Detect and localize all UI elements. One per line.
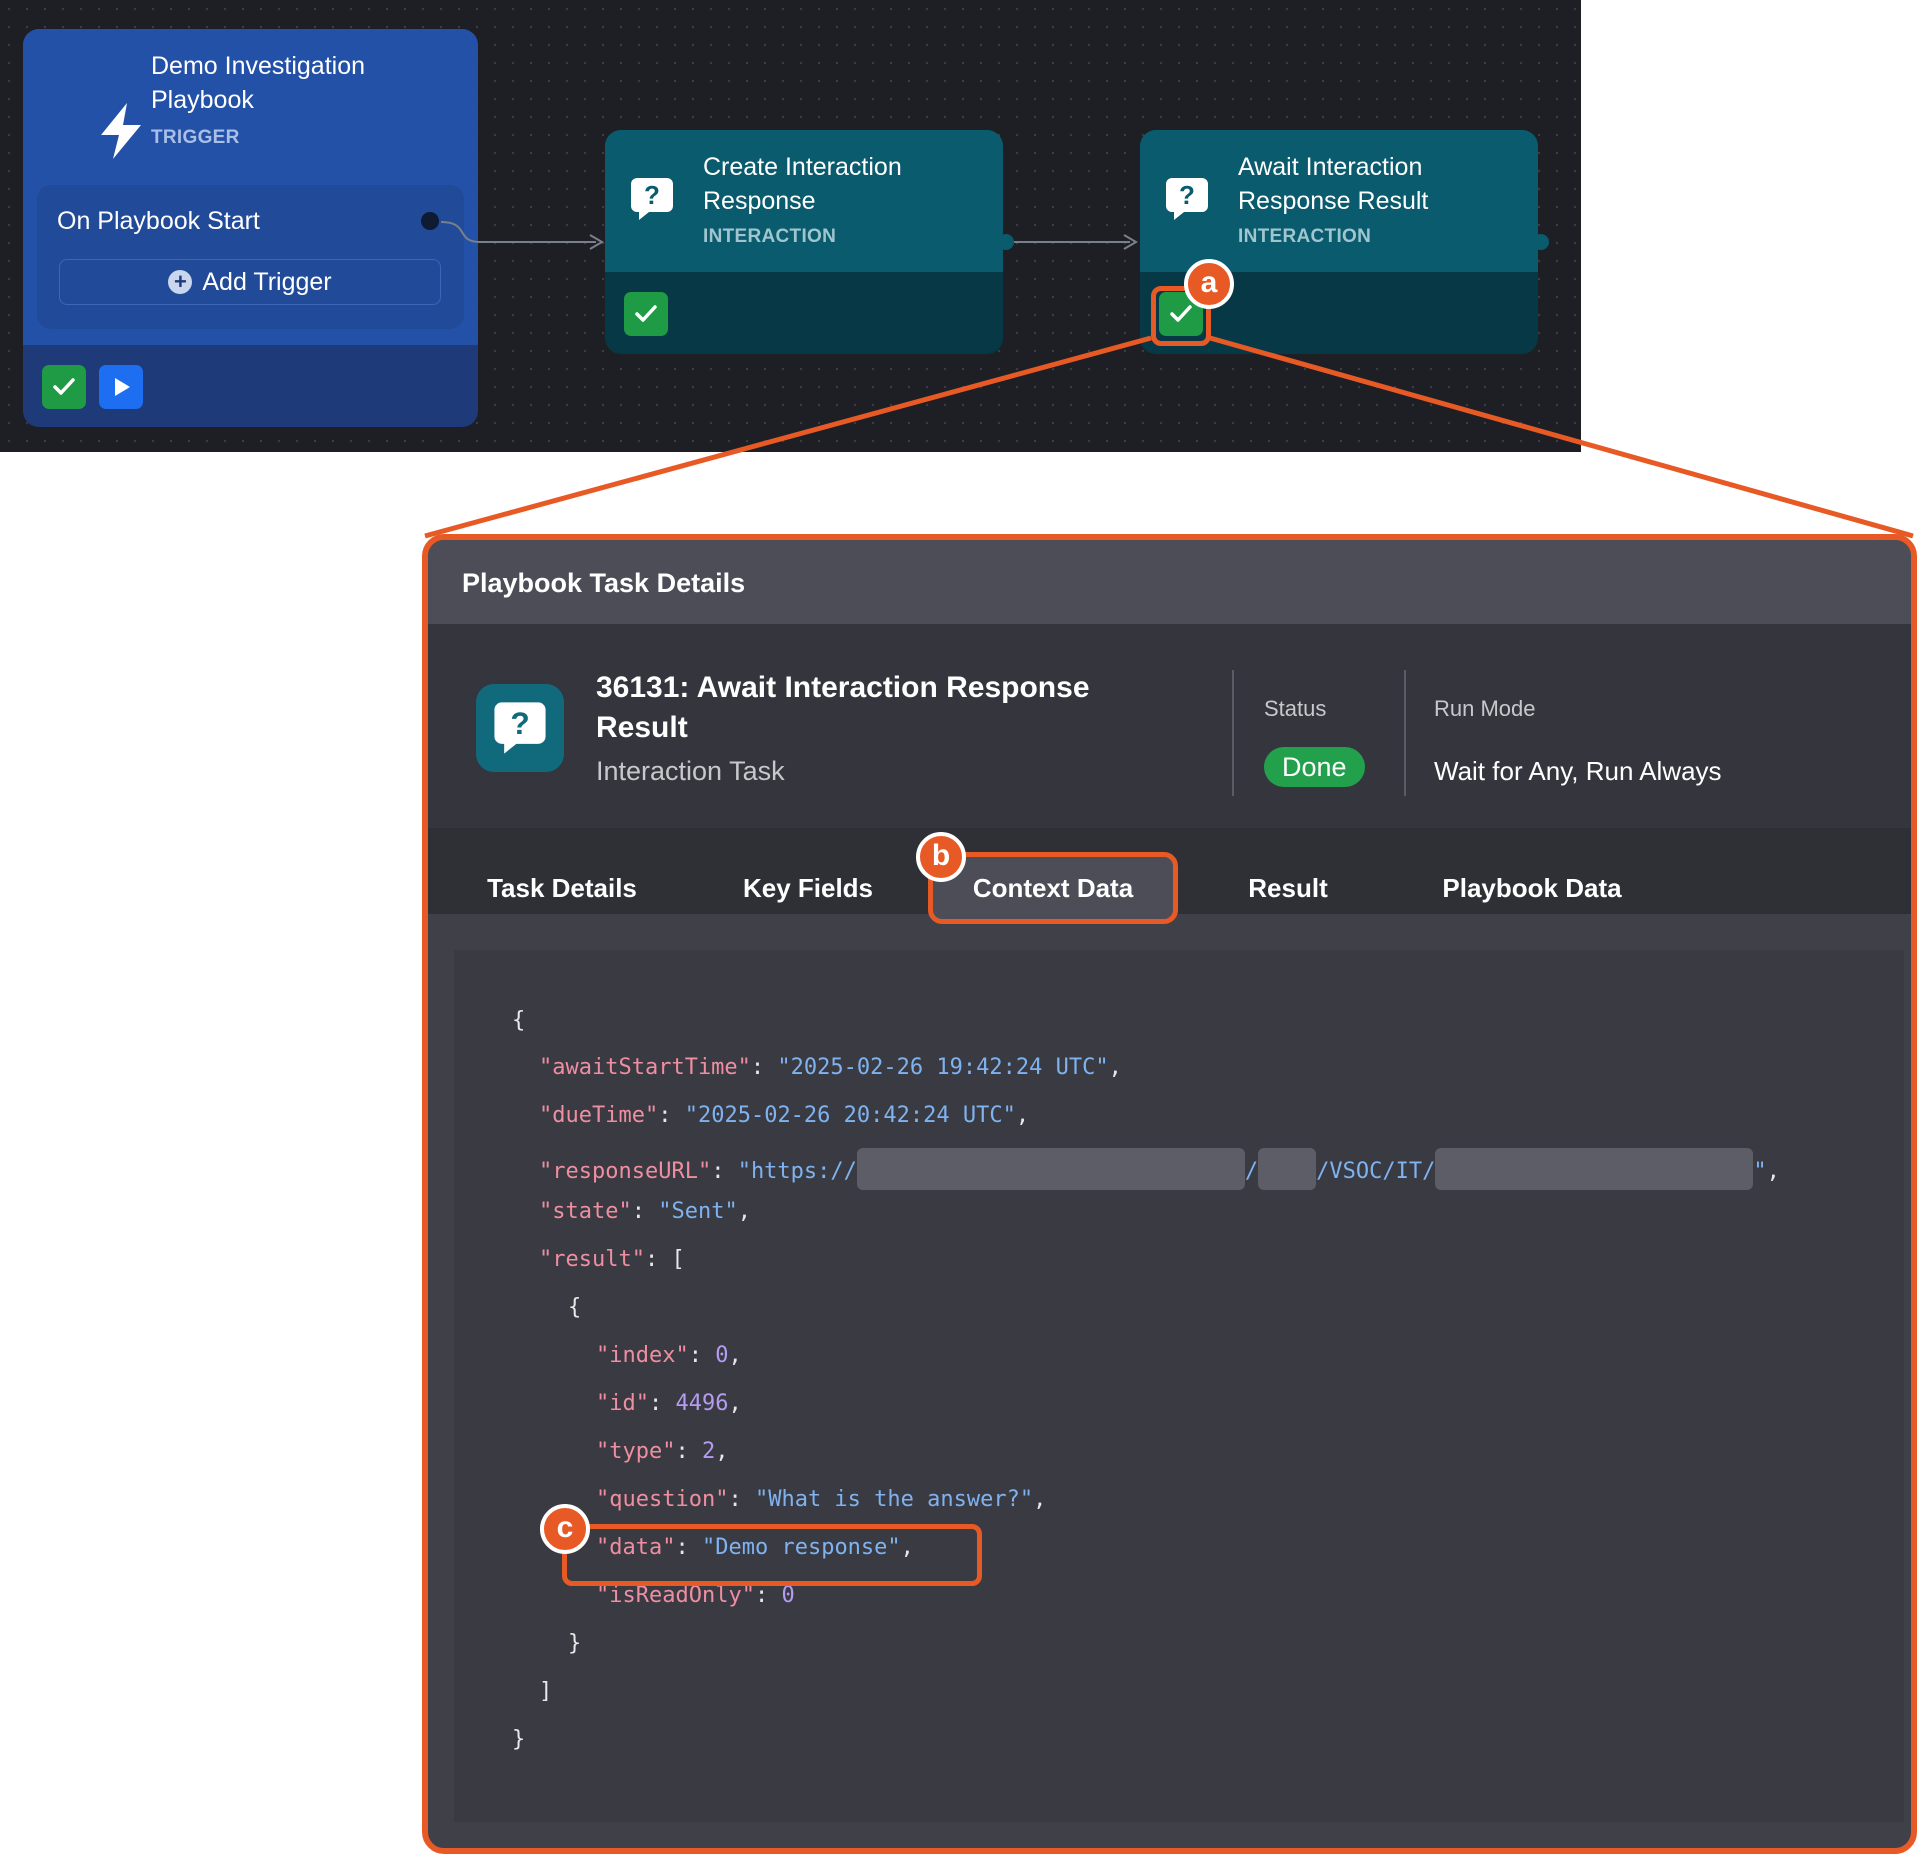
json-line: "index": 0, <box>596 1343 742 1368</box>
callout-a: a <box>1184 259 1234 309</box>
playbook-canvas: Demo Investigation Playbook TRIGGER On P… <box>0 0 1581 452</box>
tab-playbook-data[interactable]: Playbook Data <box>1412 828 1652 914</box>
check-icon <box>635 305 657 322</box>
json-line: "type": 2, <box>596 1439 729 1464</box>
create-interaction-node[interactable]: ? Create Interaction Response INTERACTIO… <box>605 130 1003 354</box>
tab-list: Task Details Key Fields Context Data Res… <box>428 828 1911 914</box>
task-type: Interaction Task <box>596 756 785 786</box>
question-bubble-icon: ? <box>631 178 673 220</box>
tab-task-details[interactable]: Task Details <box>462 828 662 914</box>
status-label: Status <box>1264 696 1327 721</box>
await-interaction-title: Await Interaction Response Result <box>1238 153 1429 215</box>
json-brace: } <box>512 1727 526 1752</box>
json-line: "id": 4496, <box>596 1391 742 1416</box>
panel-title: Playbook Task Details <box>462 568 746 598</box>
json-line: "result": [ <box>539 1247 685 1272</box>
json-line: "question": "What is the answer?", <box>596 1487 1047 1512</box>
tab-context-data[interactable]: Context Data <box>928 828 1178 914</box>
task-summary: ? 36131: Await Interaction Response Resu… <box>428 624 1911 828</box>
json-line: "state": "Sent", <box>539 1199 751 1224</box>
callout-highlight-c <box>562 1524 982 1586</box>
divider <box>1404 670 1406 796</box>
redacted-block <box>1435 1148 1754 1190</box>
json-brace: { <box>568 1295 582 1320</box>
tab-key-fields[interactable]: Key Fields <box>718 828 898 914</box>
status-done-badge[interactable] <box>624 292 668 336</box>
json-brace: { <box>512 1008 526 1033</box>
json-line: "dueTime": "2025-02-26 20:42:24 UTC", <box>539 1103 1030 1128</box>
context-data-viewer: { "awaitStartTime": "2025-02-26 19:42:24… <box>454 950 1904 1822</box>
status-badge: Done <box>1264 747 1365 787</box>
redacted-block <box>856 1148 1245 1190</box>
run-mode-value: Wait for Any, Run Always <box>1434 756 1722 786</box>
json-bracket: ] <box>539 1679 553 1704</box>
create-interaction-subtitle: INTERACTION <box>703 226 837 247</box>
await-interaction-subtitle: INTERACTION <box>1238 226 1372 247</box>
json-line: "awaitStartTime": "2025-02-26 19:42:24 U… <box>539 1055 1122 1080</box>
json-line: "responseURL": "https:////VSOC/IT/", <box>539 1148 1780 1193</box>
redacted-block <box>1258 1148 1317 1190</box>
json-line: "isReadOnly": 0 <box>596 1583 795 1608</box>
json-brace: } <box>568 1631 582 1656</box>
run-mode-label: Run Mode <box>1434 696 1536 721</box>
tab-result[interactable]: Result <box>1208 828 1368 914</box>
output-port[interactable] <box>1533 234 1549 250</box>
create-interaction-title: Create Interaction Response <box>703 153 902 215</box>
output-port[interactable] <box>998 234 1014 250</box>
svg-text:?: ? <box>510 705 529 741</box>
svg-text:?: ? <box>644 180 660 210</box>
question-bubble-icon: ? <box>1166 178 1208 220</box>
task-title: 36131: Await Interaction Response Result <box>596 671 1090 744</box>
panel-header: Playbook Task Details <box>428 540 1911 624</box>
callout-b: b <box>916 832 966 882</box>
playbook-task-details-panel: Playbook Task Details ? 36131: Await Int… <box>422 534 1917 1854</box>
callout-c: c <box>540 1504 590 1554</box>
svg-text:?: ? <box>1179 180 1195 210</box>
question-bubble-icon: ? <box>476 684 564 772</box>
divider <box>1232 670 1234 796</box>
